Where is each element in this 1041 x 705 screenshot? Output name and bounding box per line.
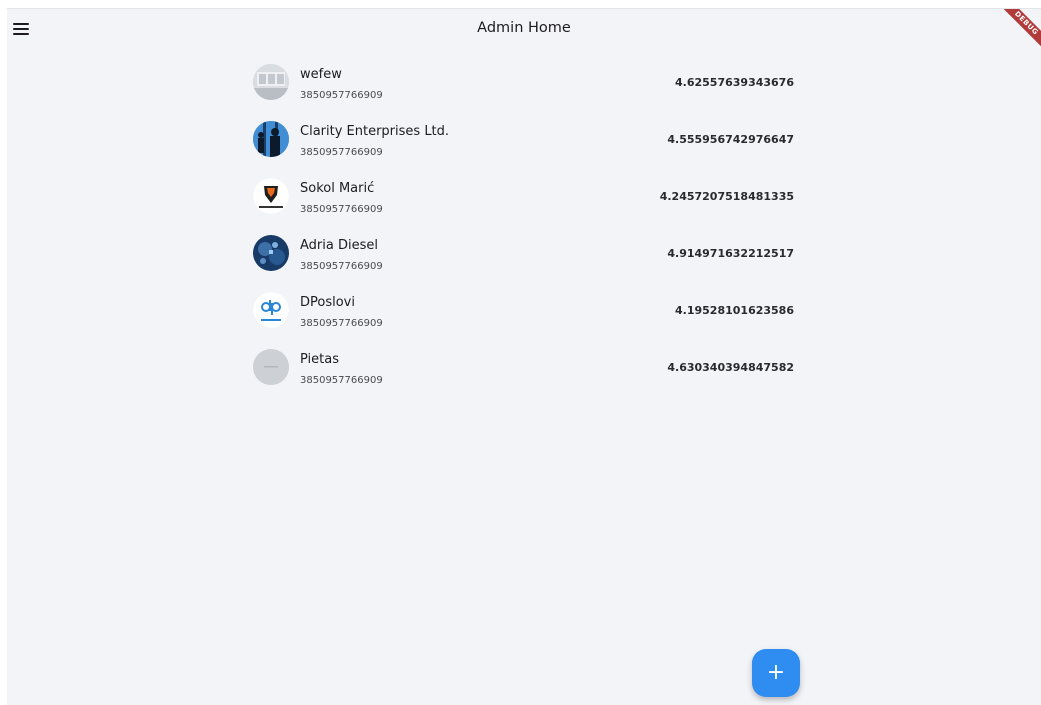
list-item[interactable]: Sokol Marić 3850957766909 4.245720751848… [247,172,807,229]
business-people-silhouette-avatar [253,121,289,157]
app-bar: Admin Home [7,9,1041,49]
page-title: Admin Home [477,20,571,36]
company-name: wefew [300,67,342,82]
dposlovi-logo-avatar [253,292,289,328]
company-phone: 3850957766909 [300,375,383,386]
list-item[interactable]: wefew 3850957766909 4.62557639343676 [247,58,807,115]
adria-diesel-photo-avatar [253,235,289,271]
list-item[interactable]: DPoslovi 3850957766909 4.19528101623586 [247,286,807,343]
company-name: Sokol Marić [300,181,375,196]
company-name: Adria Diesel [300,238,378,253]
add-icon: + [766,660,786,685]
office-room-photo-avatar [253,64,289,100]
company-name: Pietas [300,352,339,367]
company-score: 4.914971632212517 [667,247,794,260]
company-phone: 3850957766909 [300,90,383,101]
list-item[interactable]: Clarity Enterprises Ltd. 3850957766909 4… [247,115,807,172]
list-item[interactable]: Pietas 3850957766909 4.630340394847582 [247,343,807,400]
pietas-logo-avatar [253,349,289,385]
company-phone: 3850957766909 [300,147,383,158]
company-name: DPoslovi [300,295,355,310]
company-score: 4.62557639343676 [675,76,794,89]
company-phone: 3850957766909 [300,318,383,329]
company-name: Clarity Enterprises Ltd. [300,124,450,139]
company-score: 4.2457207518481335 [659,190,794,203]
company-phone: 3850957766909 [300,204,383,215]
sokol-maric-logo-avatar [253,178,289,214]
app-window: Admin Home DEBUG wefew 3850957766909 4.6… [7,8,1041,705]
company-phone: 3850957766909 [300,261,383,272]
company-list: wefew 3850957766909 4.62557639343676 Cla… [247,58,807,400]
company-score: 4.630340394847582 [667,361,794,374]
list-item[interactable]: Adria Diesel 3850957766909 4.91497163221… [247,229,807,286]
add-button[interactable]: + [752,649,800,697]
company-score: 4.555956742976647 [667,133,794,146]
company-score: 4.19528101623586 [675,304,794,317]
